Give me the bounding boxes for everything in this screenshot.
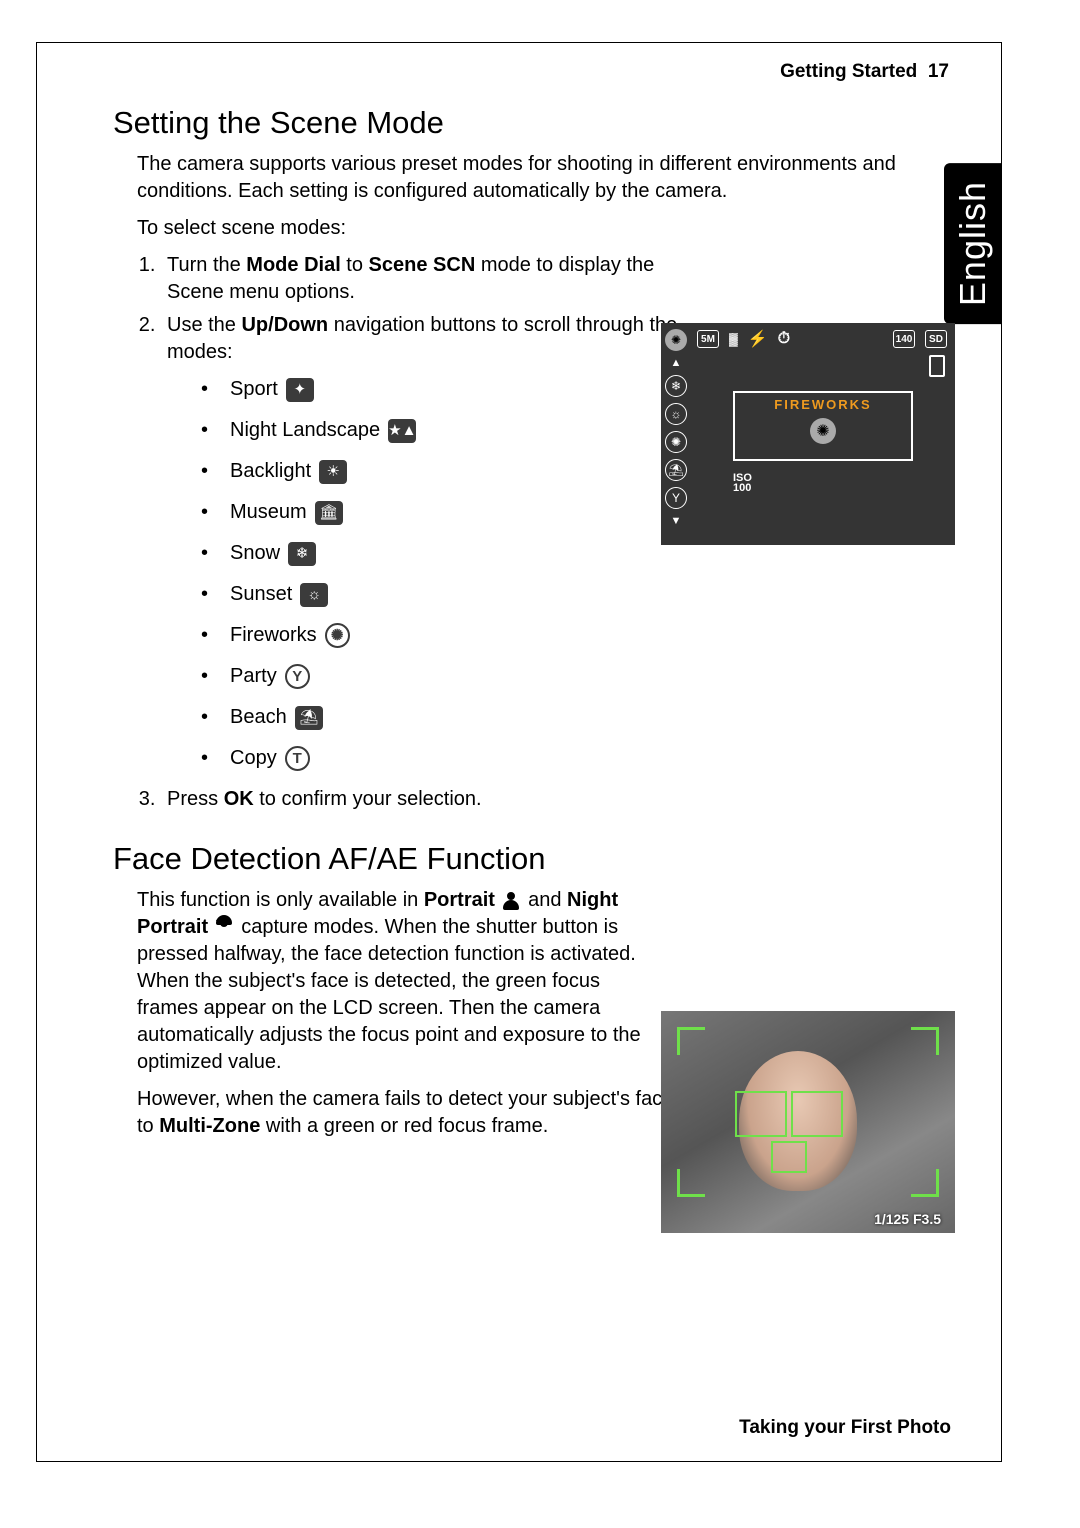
night-landscape-icon: ★▲ <box>388 419 416 443</box>
backlight-icon: ☀ <box>319 460 347 484</box>
step-1: Turn the Mode Dial to Scene SCN mode to … <box>161 252 687 306</box>
sport-icon: ✦ <box>286 378 314 402</box>
museum-icon: 🏛 <box>315 501 343 525</box>
mode-backlight: Backlight ☀ <box>195 458 687 485</box>
up-arrow-icon: ▲ <box>671 357 682 369</box>
mode-museum: Museum 🏛 <box>195 499 687 526</box>
mode-sport: Sport ✦ <box>195 376 687 403</box>
focus-corner-icon <box>677 1169 705 1197</box>
intro-text: The camera supports various preset modes… <box>137 151 951 205</box>
portrait-icon <box>501 892 523 910</box>
snow-icon: ❄ <box>288 542 316 566</box>
mode-beach: Beach ⛱ <box>195 704 687 731</box>
exposure-readout: 1/125 F3.5 <box>874 1211 941 1227</box>
battery-icon <box>929 355 945 377</box>
focus-frame <box>771 1141 807 1173</box>
lcd1-timer-icon: ⏱ <box>778 330 790 348</box>
focus-frame <box>791 1091 843 1137</box>
section1-title: Setting the Scene Mode <box>113 105 951 141</box>
lcd1-sidebar: ✺ ▲ ❄ ☼ ✺ ⛱ Y ▼ <box>665 329 687 527</box>
lcd1-scene-icon: ⛱ <box>665 459 687 481</box>
sub-text: To select scene modes: <box>137 215 951 242</box>
mode-night-landscape: Night Landscape ★▲ <box>195 417 687 444</box>
lcd1-mode-icon: ✺ <box>810 418 836 444</box>
page-frame: English Getting Started 17 Setting the S… <box>36 42 1002 1462</box>
section2-title: Face Detection AF/AE Function <box>113 841 951 877</box>
lcd1-quality-icon: ▓ <box>729 332 738 346</box>
lcd1-scene-icon: Y <box>665 487 687 509</box>
lcd1-flash-icon: ⚡ <box>748 329 768 349</box>
footer-text: Taking your First Photo <box>739 1417 951 1439</box>
lcd1-topbar: 5M ▓ ⚡ ⏱ 140 SD <box>661 323 955 349</box>
focus-corner-icon <box>677 1027 705 1055</box>
lcd1-sd-icon: SD <box>925 330 947 348</box>
header: Getting Started 17 <box>113 61 951 83</box>
party-icon: Y <box>285 664 310 689</box>
lcd1-label-box: FIREWORKS ✺ <box>733 391 913 461</box>
step-3: Press OK to confirm your selection. <box>161 786 951 813</box>
scn-icon: SCN <box>433 254 475 276</box>
header-page: 17 <box>928 61 949 82</box>
lcd1-5m-icon: 5M <box>697 330 719 348</box>
focus-corner-icon <box>911 1027 939 1055</box>
focus-frame <box>735 1091 787 1137</box>
mode-snow: Snow ❄ <box>195 540 687 567</box>
face-detect-p1: This function is only available in Portr… <box>137 887 657 1076</box>
lcd1-mode-label: FIREWORKS <box>735 397 911 412</box>
night-portrait-icon <box>214 919 236 937</box>
lcd1-scene-fireworks-icon: ✺ <box>665 329 687 351</box>
lcd1-scene-icon: ☼ <box>665 403 687 425</box>
lcd1-iso: ISO100 <box>733 473 752 493</box>
header-section: Getting Started <box>780 61 917 82</box>
mode-copy: Copy T <box>195 745 687 772</box>
lcd1-scene-icon: ❄ <box>665 375 687 397</box>
fireworks-icon: ✺ <box>325 623 350 648</box>
modes-list: Sport ✦ Night Landscape ★▲ Backlight ☀ M… <box>195 376 687 772</box>
lcd-face-detection: 1/125 F3.5 <box>661 1011 955 1233</box>
lcd1-shots-remaining: 140 <box>893 330 915 348</box>
copy-icon: T <box>285 746 310 771</box>
lcd-scene-menu: ✺ ▲ ❄ ☼ ✺ ⛱ Y ▼ 5M ▓ ⚡ ⏱ 140 SD FIREWORK… <box>661 323 955 545</box>
focus-corner-icon <box>911 1169 939 1197</box>
mode-party: Party Y <box>195 663 687 690</box>
step-2: Use the Up/Down navigation buttons to sc… <box>161 312 687 772</box>
beach-icon: ⛱ <box>295 706 323 730</box>
mode-fireworks: Fireworks ✺ <box>195 622 687 649</box>
sunset-icon: ☼ <box>300 583 328 607</box>
down-arrow-icon: ▼ <box>671 515 682 527</box>
mode-sunset: Sunset ☼ <box>195 581 687 608</box>
lcd1-scene-icon: ✺ <box>665 431 687 453</box>
